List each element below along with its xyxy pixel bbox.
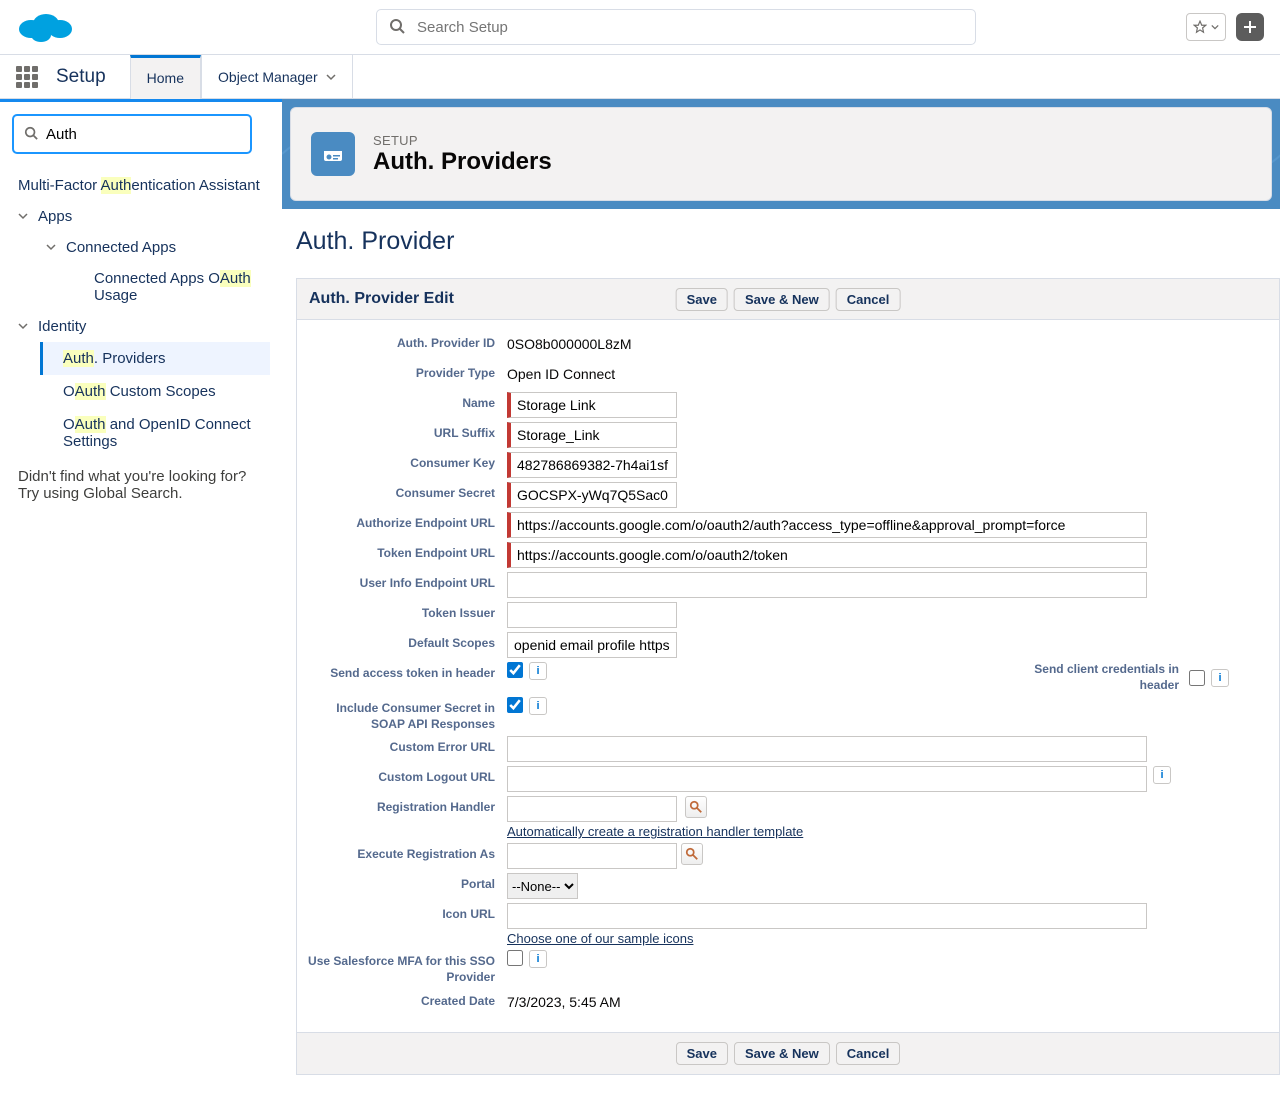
chevron-down-icon [46, 239, 60, 256]
page-heading: Auth. Provider [296, 227, 1280, 256]
label-provider-id: Auth. Provider ID [307, 332, 507, 352]
link-create-reg-handler-template[interactable]: Automatically create a registration hand… [507, 824, 803, 839]
input-authorize-endpoint[interactable] [507, 512, 1147, 538]
app-name: Setup [56, 66, 106, 88]
lookup-icon[interactable] [685, 796, 707, 818]
label-include-consumer-secret: Include Consumer Secret in SOAP API Resp… [307, 697, 507, 732]
select-portal[interactable]: --None-- [507, 873, 578, 899]
chevron-down-icon [18, 318, 32, 335]
setup-sidebar: Multi-Factor Authentication Assistant Ap… [0, 99, 282, 1093]
checkbox-send-client-creds[interactable] [1189, 670, 1205, 686]
label-use-mfa: Use Salesforce MFA for this SSO Provider [307, 950, 507, 985]
input-token-endpoint[interactable] [507, 542, 1147, 568]
info-icon[interactable]: i [1153, 766, 1171, 784]
cancel-button[interactable]: Cancel [836, 288, 901, 311]
label-portal: Portal [307, 873, 507, 893]
page-title: Auth. Providers [373, 148, 552, 176]
label-default-scopes: Default Scopes [307, 632, 507, 652]
info-icon[interactable]: i [1211, 669, 1229, 687]
label-custom-error-url: Custom Error URL [307, 736, 507, 756]
global-add-button[interactable] [1236, 13, 1264, 41]
section-header: Auth. Provider Edit Save Save & New Canc… [296, 278, 1280, 320]
info-icon[interactable]: i [529, 662, 547, 680]
label-consumer-secret: Consumer Secret [307, 482, 507, 502]
sidebar-group-identity[interactable]: Identity [12, 311, 270, 342]
global-search[interactable] [376, 9, 976, 45]
sidebar-not-found-note: Didn't find what you're looking for? Try… [12, 458, 270, 512]
info-icon[interactable]: i [529, 697, 547, 715]
save-button-bottom[interactable]: Save [676, 1042, 728, 1065]
input-registration-handler[interactable] [507, 796, 677, 822]
label-token-issuer: Token Issuer [307, 602, 507, 622]
label-send-token-header: Send access token in header [307, 662, 507, 682]
label-custom-logout-url: Custom Logout URL [307, 766, 507, 786]
app-nav-bar: Setup Home Object Manager [0, 55, 1280, 99]
label-registration-handler: Registration Handler [307, 796, 507, 816]
sidebar-item-auth-providers[interactable]: Auth. Providers [40, 342, 270, 375]
search-icon [389, 18, 405, 37]
sidebar-item-oauth-custom-scopes[interactable]: OAuth Custom Scopes [40, 375, 270, 408]
auth-providers-icon [311, 132, 355, 176]
input-icon-url[interactable] [507, 903, 1147, 929]
label-icon-url: Icon URL [307, 903, 507, 923]
quick-find[interactable] [12, 114, 252, 154]
save-and-new-button-bottom[interactable]: Save & New [734, 1042, 830, 1065]
search-icon [24, 126, 38, 143]
link-sample-icons[interactable]: Choose one of our sample icons [507, 931, 693, 946]
label-send-client-creds: Send client credentials in header [1009, 662, 1189, 693]
label-execute-reg-as: Execute Registration As [307, 843, 507, 863]
info-icon[interactable]: i [529, 950, 547, 968]
sidebar-item-connected-apps-oauth-usage[interactable]: Connected Apps OAuth Usage [88, 263, 270, 311]
page-banner: SETUP Auth. Providers [282, 99, 1280, 209]
auth-provider-form: Auth. Provider ID0SO8b000000L8zM Provide… [296, 320, 1280, 1033]
label-provider-type: Provider Type [307, 362, 507, 382]
favorites-button[interactable] [1186, 13, 1226, 41]
app-launcher-icon[interactable] [16, 66, 38, 88]
input-name[interactable] [507, 392, 677, 418]
save-and-new-button[interactable]: Save & New [734, 288, 830, 311]
chevron-down-icon [326, 69, 336, 85]
tab-home[interactable]: Home [130, 55, 201, 99]
tab-object-manager[interactable]: Object Manager [201, 55, 353, 99]
sidebar-group-apps[interactable]: Apps [12, 201, 270, 232]
input-user-info-endpoint[interactable] [507, 572, 1147, 598]
input-url-suffix[interactable] [507, 422, 677, 448]
global-header [0, 0, 1280, 55]
label-consumer-key: Consumer Key [307, 452, 507, 472]
label-token-endpoint: Token Endpoint URL [307, 542, 507, 562]
input-consumer-key[interactable] [507, 452, 677, 478]
cancel-button-bottom[interactable]: Cancel [836, 1042, 901, 1065]
input-execute-reg-as[interactable] [507, 843, 677, 869]
label-name: Name [307, 392, 507, 412]
value-provider-id: 0SO8b000000L8zM [507, 332, 632, 352]
checkbox-use-mfa[interactable] [507, 950, 523, 966]
label-url-suffix: URL Suffix [307, 422, 507, 442]
salesforce-logo-icon [16, 7, 76, 47]
value-provider-type: Open ID Connect [507, 362, 615, 382]
input-custom-logout-url[interactable] [507, 766, 1147, 792]
value-created-date: 7/3/2023, 5:45 AM [507, 990, 621, 1010]
input-default-scopes[interactable] [507, 632, 677, 658]
sidebar-group-connected-apps[interactable]: Connected Apps [40, 232, 270, 263]
label-created-date: Created Date [307, 990, 507, 1010]
save-button[interactable]: Save [676, 288, 728, 311]
sidebar-item-mfa-assistant[interactable]: Multi-Factor Authentication Assistant [12, 170, 270, 201]
label-authorize-endpoint: Authorize Endpoint URL [307, 512, 507, 532]
input-consumer-secret[interactable] [507, 482, 677, 508]
global-search-input[interactable] [417, 19, 963, 36]
checkbox-send-token-header[interactable] [507, 662, 523, 678]
chevron-down-icon [1211, 23, 1219, 31]
lookup-icon[interactable] [681, 843, 703, 865]
section-title: Auth. Provider Edit [309, 290, 454, 308]
quick-find-input[interactable] [46, 126, 240, 143]
input-custom-error-url[interactable] [507, 736, 1147, 762]
sidebar-item-oauth-openid-settings[interactable]: OAuth and OpenID Connect Settings [40, 408, 270, 458]
bottom-button-bar: Save Save & New Cancel [296, 1033, 1280, 1075]
label-user-info-endpoint: User Info Endpoint URL [307, 572, 507, 592]
chevron-down-icon [18, 208, 32, 225]
input-token-issuer[interactable] [507, 602, 677, 628]
checkbox-include-consumer-secret[interactable] [507, 697, 523, 713]
breadcrumb: SETUP [373, 133, 552, 148]
